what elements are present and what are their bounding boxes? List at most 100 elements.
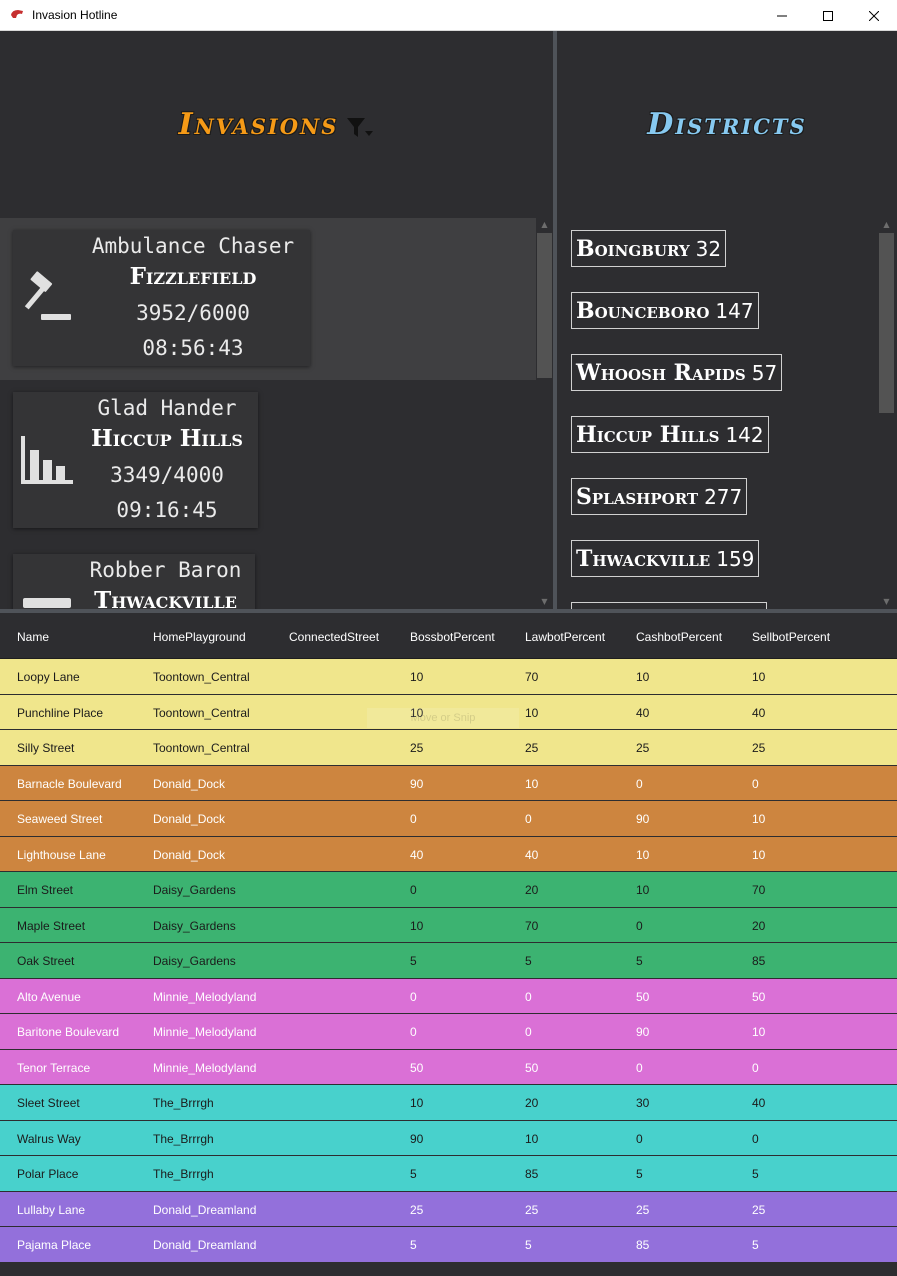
table-row[interactable]: Loopy Lane Toontown_Central 10 70 10 10 — [0, 659, 897, 695]
column-header-connected-street[interactable]: ConnectedStreet — [289, 630, 379, 644]
table-row[interactable]: Tenor Terrace Minnie_Melodyland 50 50 0 0 — [0, 1049, 897, 1085]
table-row[interactable]: Sleet Street The_Brrrgh 10 20 30 40 — [0, 1085, 897, 1121]
table-row[interactable]: Silly Street Toontown_Central 25 25 25 25 — [0, 730, 897, 766]
cell-name: Pajama Place — [17, 1238, 92, 1252]
close-button[interactable] — [851, 0, 897, 31]
districts-panel: Districts Boingbury 32 Bounceboro 147 Whoosh… — [557, 31, 897, 609]
table-row[interactable]: Oak Street Daisy_Gardens 5 5 5 85 — [0, 943, 897, 979]
cell-cashbot-percent: 10 — [636, 670, 650, 684]
cell-sellbot-percent: 10 — [752, 670, 766, 684]
district-item[interactable]: Boingbury 32 — [571, 230, 727, 267]
district-item[interactable]: Splashport 277 — [571, 478, 748, 515]
table-row[interactable]: Pajama Place Donald_Dreamland 5 5 85 5 — [0, 1227, 897, 1263]
column-header-lawbot-percent[interactable]: LawbotPercent — [525, 630, 605, 644]
window-title: Invasion Hotline — [32, 8, 118, 22]
invasion-card: Ambulance Chaser Fizzlefield 3952/6000 08:5… — [13, 230, 310, 366]
maximize-button[interactable] — [805, 0, 851, 31]
app-icon — [11, 10, 23, 18]
cell-cashbot-percent: 25 — [636, 741, 650, 755]
cell-cashbot-percent: 90 — [636, 1025, 650, 1039]
cell-bossbot-percent: 5 — [410, 954, 417, 968]
scroll-up-icon[interactable]: ▲ — [536, 218, 553, 232]
cell-cashbot-percent: 0 — [636, 1131, 643, 1146]
cell-name: Polar Place — [17, 1167, 79, 1181]
scroll-down-icon[interactable]: ▼ — [536, 595, 553, 609]
invasion-item[interactable]: Robber Baron Thwackville — [0, 542, 536, 609]
cell-sellbot-percent: 5 — [752, 1167, 759, 1181]
table-row[interactable]: Walrus Way The_Brrrgh 90 10 0 0 — [0, 1120, 897, 1156]
invasion-item[interactable]: Glad Hander Hiccup Hills 3349/4000 09:16:45 — [0, 380, 536, 542]
scroll-thumb[interactable] — [537, 233, 552, 378]
cell-cashbot-percent: 40 — [636, 705, 650, 720]
cell-name: Alto Avenue — [17, 989, 81, 1004]
maximize-icon — [823, 10, 833, 21]
district-population: 159 — [716, 546, 755, 571]
cell-sellbot-percent: 70 — [752, 883, 766, 897]
cell-bossbot-percent: 0 — [410, 812, 417, 826]
cell-lawbot-percent: 25 — [525, 1202, 539, 1217]
cell-lawbot-percent: 70 — [525, 670, 539, 684]
invasions-scrollbar[interactable]: ▲ ▼ — [536, 218, 553, 609]
table-row[interactable]: Polar Place The_Brrrgh 5 85 5 5 — [0, 1156, 897, 1192]
cell-sellbot-percent: 10 — [752, 1025, 766, 1039]
district-population: 147 — [715, 298, 754, 323]
cell-lawbot-percent: 0 — [525, 812, 532, 826]
invasions-list[interactable]: Ambulance Chaser Fizzlefield 3952/6000 08:5… — [0, 218, 536, 609]
cell-bossbot-percent: 10 — [410, 670, 424, 684]
cell-name: Baritone Boulevard — [17, 1025, 120, 1039]
table-row[interactable]: Seaweed Street Donald_Dock 0 0 90 10 — [0, 801, 897, 837]
table-row[interactable]: Maple Street Daisy_Gardens 10 70 0 20 — [0, 907, 897, 943]
cell-sellbot-percent: 50 — [752, 989, 766, 1004]
district-item[interactable]: Whoosh Rapids 57 — [571, 354, 783, 391]
districts-title: Districts — [647, 107, 807, 142]
cell-cashbot-percent: 30 — [636, 1096, 650, 1110]
district-item[interactable]: Thwackville 159 — [571, 540, 760, 577]
district-name: Boingbury — [576, 235, 690, 262]
district-item[interactable]: Hiccup Hills 142 — [571, 416, 769, 453]
table-row[interactable]: Alto Avenue Minnie_Melodyland 0 0 50 50 — [0, 978, 897, 1014]
filter-icon[interactable] — [346, 116, 374, 140]
table-row[interactable]: Elm Street Daisy_Gardens 0 20 10 70 — [0, 872, 897, 908]
cell-name: Lighthouse Lane — [17, 847, 106, 862]
cell-home-playground: Donald_Dock — [153, 847, 226, 862]
column-header-home-playground[interactable]: HomePlayground — [153, 630, 246, 644]
district-name: Splashport — [576, 483, 699, 510]
cell-sellbot-percent: 40 — [752, 705, 766, 720]
district-item-partial[interactable] — [571, 602, 767, 609]
cog-name: Ambulance Chaser — [91, 234, 295, 258]
title-bar: Invasion Hotline — [0, 0, 897, 31]
gavel-icon — [24, 271, 71, 320]
minimize-button[interactable] — [759, 0, 805, 31]
cell-lawbot-percent: 10 — [525, 705, 539, 720]
column-header-sellbot-percent[interactable]: SellbotPercent — [752, 630, 830, 644]
cell-home-playground: Minnie_Melodyland — [153, 989, 257, 1004]
table-row[interactable]: Barnacle Boulevard Donald_Dock 90 10 0 0 — [0, 765, 897, 801]
cell-home-playground: Daisy_Gardens — [153, 918, 236, 933]
column-header-cashbot-percent[interactable]: CashbotPercent — [636, 630, 722, 644]
cell-bossbot-percent: 5 — [410, 1238, 417, 1252]
scroll-down-icon[interactable]: ▼ — [878, 595, 895, 609]
cell-cashbot-percent: 5 — [636, 954, 643, 968]
column-header-bossbot-percent[interactable]: BossbotPercent — [410, 630, 495, 644]
cell-bossbot-percent: 25 — [410, 741, 424, 755]
cell-cashbot-percent: 0 — [636, 1060, 643, 1075]
cell-lawbot-percent: 25 — [525, 741, 539, 755]
cell-home-playground: The_Brrrgh — [153, 1167, 214, 1181]
scroll-thumb[interactable] — [879, 233, 894, 413]
district-item[interactable]: Bounceboro 147 — [571, 292, 759, 329]
invasion-item[interactable]: Ambulance Chaser Fizzlefield 3952/6000 08:5… — [0, 218, 536, 380]
table-row[interactable]: Baritone Boulevard Minnie_Melodyland 0 0 90 1… — [0, 1014, 897, 1050]
districts-scrollbar[interactable]: ▲ ▼ — [878, 218, 895, 609]
grid-header: Name HomePlayground ConnectedStreet Boss… — [0, 613, 897, 659]
cell-home-playground: Toontown_Central — [153, 705, 250, 720]
cell-name: Loopy Lane — [17, 670, 80, 684]
scroll-up-icon[interactable]: ▲ — [878, 218, 895, 232]
table-row[interactable]: Lighthouse Lane Donald_Dock 40 40 10 10 — [0, 836, 897, 872]
district-population: 142 — [725, 422, 764, 447]
column-header-name[interactable]: Name — [17, 630, 49, 644]
table-row[interactable]: Lullaby Lane Donald_Dreamland 25 25 25 25 — [0, 1191, 897, 1227]
invasion-district: Hiccup Hills — [91, 425, 243, 452]
districts-list[interactable]: Boingbury 32 Bounceboro 147 Whoosh Rapids 57 H… — [557, 218, 878, 609]
cash-register-icon — [23, 598, 71, 608]
cell-home-playground: Toontown_Central — [153, 670, 250, 684]
